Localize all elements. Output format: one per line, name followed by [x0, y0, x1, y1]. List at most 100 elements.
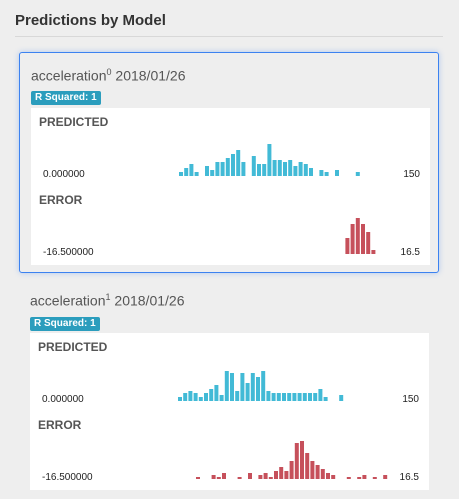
histogram-bar	[288, 160, 293, 176]
histogram-bar	[319, 170, 324, 176]
histogram-bar	[215, 162, 220, 176]
histogram-bar	[277, 160, 282, 176]
histogram-bar	[324, 172, 329, 176]
model-card-title: acceleration0 2018/01/26	[31, 67, 185, 84]
histogram-bar	[179, 172, 183, 176]
histogram-bar	[271, 393, 276, 401]
histogram-bar	[267, 144, 272, 176]
r-squared-badge: R Squared: 1	[31, 91, 101, 105]
histogram-bar	[214, 385, 219, 401]
histogram-bar	[216, 477, 221, 479]
histogram-bar	[345, 238, 350, 254]
histogram-bar	[272, 160, 277, 176]
model-index: 0	[106, 67, 112, 77]
histogram-bar	[274, 471, 278, 479]
histogram-bar	[355, 218, 360, 254]
model-card[interactable]: acceleration1 2018/01/26 R Squared: 1 PR…	[19, 278, 439, 493]
histogram-bar	[188, 391, 193, 401]
histogram-bar	[326, 473, 330, 479]
histogram-bar	[323, 397, 328, 401]
page-header: Predictions by Model	[15, 0, 443, 37]
histogram-bar	[222, 473, 226, 479]
error-max: 16.5	[400, 247, 420, 258]
histogram-bar	[240, 373, 245, 401]
model-index: 1	[105, 292, 111, 302]
predicted-histogram	[178, 371, 344, 401]
model-name: acceleration	[31, 67, 107, 84]
histogram-panel: PREDICTED 0.000000 150 ERROR -16.500000 …	[30, 333, 429, 490]
histogram-bar	[189, 164, 194, 176]
error-label: ERROR	[38, 418, 82, 432]
histogram-bar	[293, 166, 298, 176]
model-card-title: acceleration1 2018/01/26	[30, 292, 184, 309]
histogram-bar	[241, 162, 246, 176]
histogram-bar	[211, 475, 216, 479]
histogram-bar	[256, 377, 260, 401]
histogram-bar	[183, 393, 188, 401]
histogram-bar	[298, 162, 303, 176]
histogram-bar	[235, 391, 240, 401]
model-name: acceleration	[30, 292, 106, 309]
histogram-bar	[209, 389, 214, 401]
model-date: 2018/01/26	[114, 292, 185, 309]
histogram-bar	[262, 164, 267, 176]
model-date: 2018/01/26	[115, 67, 186, 84]
histogram-bar	[184, 168, 189, 176]
histogram-bar	[289, 461, 294, 479]
histogram-bar	[279, 467, 284, 479]
histogram-bar	[230, 373, 234, 401]
histogram-bar	[346, 477, 351, 479]
histogram-bar	[224, 371, 229, 401]
histogram-bar	[194, 172, 199, 176]
histogram-bar	[357, 477, 362, 479]
histogram-bar	[205, 166, 209, 176]
error-min: -16.500000	[42, 472, 93, 483]
histogram-bar	[310, 461, 315, 479]
histogram-bar	[220, 162, 225, 176]
error-label: ERROR	[39, 193, 83, 207]
page-title: Predictions by Model	[15, 12, 166, 29]
histogram-bar	[251, 156, 256, 176]
histogram-bar	[284, 471, 289, 479]
histogram-bar	[305, 453, 310, 479]
histogram-panel: PREDICTED 0.000000 150 ERROR -16.500000 …	[31, 108, 430, 265]
histogram-bar	[294, 443, 299, 479]
histogram-bar	[362, 475, 367, 479]
histogram-bar	[287, 393, 292, 401]
histogram-bar	[320, 469, 325, 479]
histogram-bar	[204, 393, 208, 401]
r-squared-badge: R Squared: 1	[30, 317, 100, 331]
histogram-bar	[292, 393, 297, 401]
histogram-bar	[315, 465, 320, 479]
histogram-bar	[303, 164, 308, 176]
histogram-bar	[248, 473, 252, 479]
histogram-bar	[350, 224, 355, 254]
histogram-bar	[371, 250, 376, 254]
histogram-bar	[313, 393, 318, 401]
histogram-bar	[236, 150, 241, 176]
histogram-bar	[308, 393, 312, 401]
error-min: -16.500000	[43, 247, 94, 258]
histogram-bar	[237, 477, 242, 479]
histogram-bar	[250, 373, 255, 401]
model-card[interactable]: acceleration0 2018/01/26 R Squared: 1 PR…	[19, 52, 439, 273]
histogram-bar	[219, 395, 224, 401]
histogram-bar	[318, 389, 323, 401]
histogram-bar	[283, 162, 287, 176]
histogram-bar	[258, 475, 263, 479]
histogram-bar	[231, 154, 235, 176]
histogram-bar	[178, 397, 182, 401]
histogram-bar	[263, 473, 268, 479]
error-max: 16.5	[399, 472, 419, 483]
histogram-bar	[276, 393, 281, 401]
predicted-histogram	[179, 144, 360, 176]
histogram-bar	[245, 383, 250, 401]
histogram-bar	[196, 477, 200, 479]
predicted-max: 150	[402, 394, 419, 405]
histogram-bar	[383, 475, 388, 479]
histogram-bar	[339, 395, 344, 401]
histogram-bar	[335, 170, 339, 176]
predicted-label: PREDICTED	[38, 340, 108, 354]
histogram-bar	[355, 172, 360, 176]
histogram-bar	[302, 393, 307, 401]
